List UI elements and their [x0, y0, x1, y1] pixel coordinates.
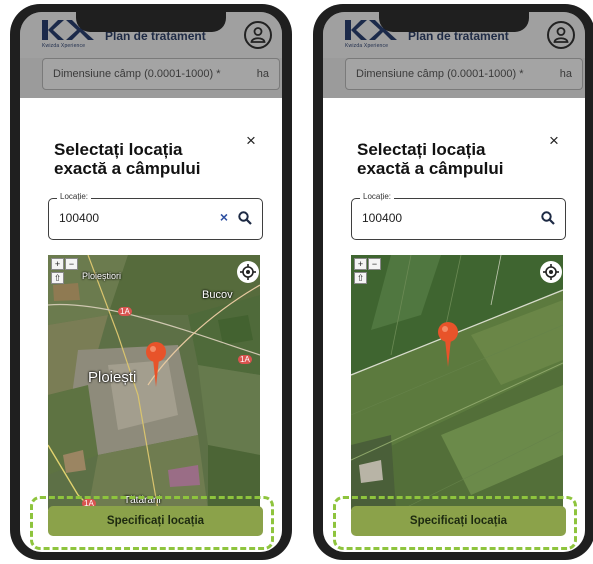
- screen: Kwizda Xperience Plan de tratament Dimen…: [20, 12, 282, 552]
- location-sheet: Selectați locația exactă a câmpului × Lo…: [323, 98, 585, 552]
- map-pin-icon[interactable]: [145, 341, 167, 387]
- phone-right: Kwizda Xperience Plan de tratament Dimen…: [313, 4, 593, 560]
- profile-icon: [250, 27, 266, 43]
- sheet-title: Selectați locația exactă a câmpului: [357, 140, 504, 178]
- phone-notch: [379, 12, 529, 32]
- confirm-location-button[interactable]: Specificați locația: [48, 506, 263, 536]
- screen: Kwizda Xperience Plan de tratament Dimen…: [323, 12, 585, 552]
- field-size-input: Dimensiune câmp (0.0001-1000) * ha: [42, 58, 280, 90]
- location-sheet: Selectați locația exactă a câmpului × Lo…: [20, 98, 282, 552]
- close-icon[interactable]: ×: [545, 132, 563, 150]
- location-field[interactable]: Locație:: [351, 192, 566, 240]
- search-icon[interactable]: [238, 211, 252, 225]
- zoom-out-button[interactable]: −: [368, 258, 381, 270]
- phone-notch: [76, 12, 226, 32]
- field-size-unit: ha: [559, 68, 572, 80]
- clear-icon[interactable]: ×: [220, 209, 228, 225]
- profile-button[interactable]: [547, 21, 575, 49]
- location-label: Locație:: [360, 192, 395, 201]
- confirm-location-button[interactable]: Specificați locația: [351, 506, 566, 536]
- sheet-title: Selectați locația exactă a câmpului: [54, 140, 201, 178]
- map-controls: + − ⇧: [354, 258, 381, 284]
- road-badge-1a: 1A: [118, 307, 132, 316]
- locate-button[interactable]: [540, 261, 562, 283]
- field-size-input: Dimensiune câmp (0.0001-1000) * ha: [345, 58, 583, 90]
- phone-left: Kwizda Xperience Plan de tratament Dimen…: [10, 4, 292, 560]
- location-field[interactable]: Locație: ×: [48, 192, 263, 240]
- road-badge-1a: 1A: [238, 355, 252, 364]
- map-label-tatarani: Tătărani: [124, 495, 161, 506]
- field-size-label: Dimensiune câmp (0.0001-1000) *: [53, 68, 221, 80]
- profile-button[interactable]: [244, 21, 272, 49]
- field-size-label: Dimensiune câmp (0.0001-1000) *: [356, 68, 524, 80]
- zoom-out-button[interactable]: −: [65, 258, 78, 270]
- locate-button[interactable]: [237, 261, 259, 283]
- logo-subtitle: Kwizda Xperience: [42, 43, 86, 49]
- map-label-ploiesti: Ploiești: [88, 369, 137, 386]
- map-pin-icon[interactable]: [437, 321, 459, 367]
- zoom-in-button[interactable]: +: [354, 258, 367, 270]
- location-input[interactable]: [59, 211, 179, 225]
- location-label: Locație:: [57, 192, 92, 201]
- map-controls: + − ⇧: [51, 258, 78, 284]
- rotate-button[interactable]: ⇧: [354, 272, 367, 284]
- profile-icon: [553, 27, 569, 43]
- satellite-map[interactable]: + − ⇧: [351, 255, 566, 510]
- map-label-ploiestiori: Ploieștiori: [82, 271, 122, 281]
- locate-icon: [240, 264, 256, 280]
- logo-subtitle: Kwizda Xperience: [345, 43, 389, 49]
- field-size-unit: ha: [256, 68, 269, 80]
- rotate-button[interactable]: ⇧: [51, 272, 64, 284]
- close-icon[interactable]: ×: [242, 132, 260, 150]
- satellite-map[interactable]: Ploieștiori Bucov Ploiești Tătărani 1A 1…: [48, 255, 263, 510]
- search-icon[interactable]: [541, 211, 555, 225]
- zoom-in-button[interactable]: +: [51, 258, 64, 270]
- location-input[interactable]: [362, 211, 482, 225]
- locate-icon: [543, 264, 559, 280]
- map-label-bucov: Bucov: [202, 289, 233, 301]
